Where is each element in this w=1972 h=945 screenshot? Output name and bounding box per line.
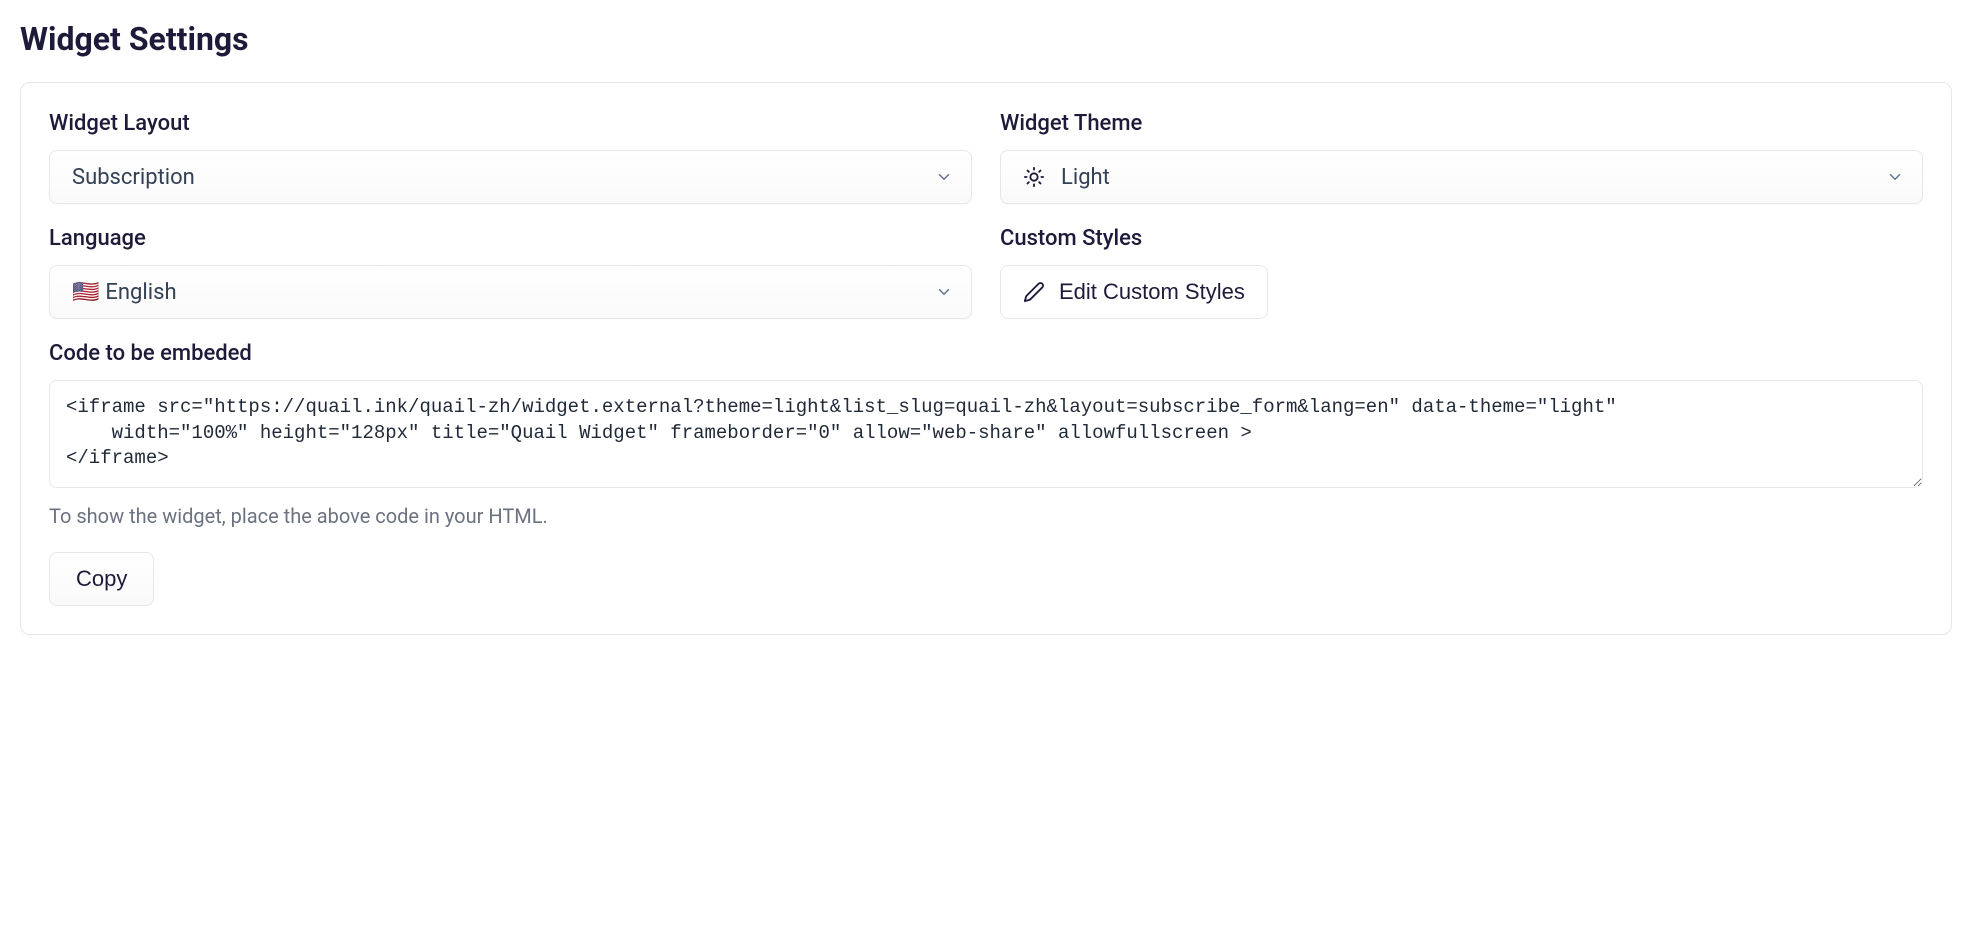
copy-button[interactable]: Copy [49,552,154,606]
embed-code-textarea[interactable] [49,380,1923,488]
settings-card: Widget Layout Subscription Widget Theme … [20,82,1952,635]
pencil-icon [1023,281,1045,303]
widget-theme-label: Widget Theme [1000,111,1923,136]
language-select[interactable]: 🇺🇸 English [49,265,972,319]
widget-theme-value: Light [1061,165,1110,190]
custom-styles-label: Custom Styles [1000,226,1923,251]
language-value: English [105,280,176,305]
widget-layout-label: Widget Layout [49,111,972,136]
embed-code-label: Code to be embeded [49,341,1923,366]
widget-theme-select[interactable]: Light [1000,150,1923,204]
edit-custom-styles-label: Edit Custom Styles [1059,279,1245,305]
chevron-down-icon [935,283,953,301]
page-title: Widget Settings [20,20,1952,58]
widget-layout-select[interactable]: Subscription [49,150,972,204]
chevron-down-icon [1886,168,1904,186]
edit-custom-styles-button[interactable]: Edit Custom Styles [1000,265,1268,319]
flag-icon: 🇺🇸 [72,280,99,305]
embed-code-hint: To show the widget, place the above code… [49,504,1923,528]
sun-icon [1023,166,1045,188]
chevron-down-icon [935,168,953,186]
language-label: Language [49,226,972,251]
widget-layout-value: Subscription [72,165,195,190]
